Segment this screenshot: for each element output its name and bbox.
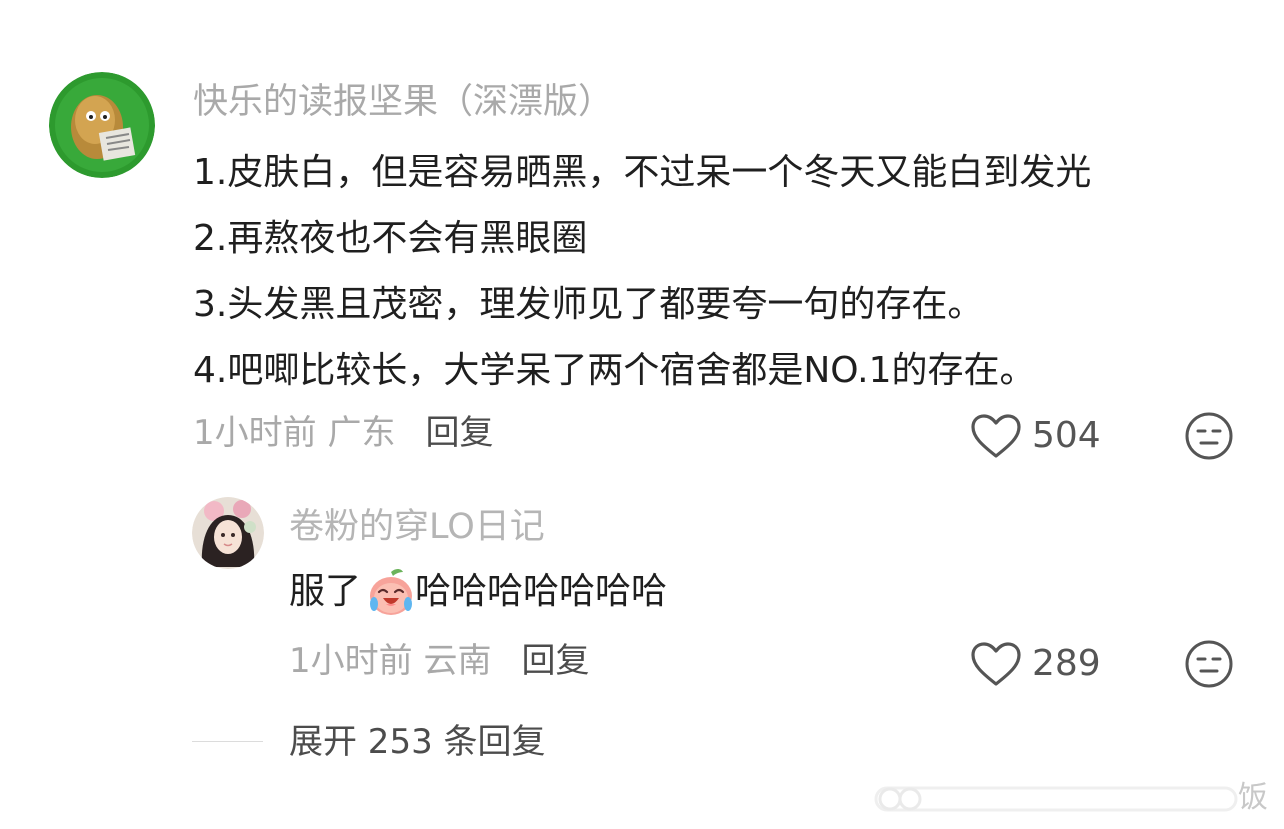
neutral-face-icon[interactable] xyxy=(1184,639,1234,693)
comment-line: 2.再熬夜也不会有黑眼圈 xyxy=(193,218,588,259)
time-location: 1小时前 广东 xyxy=(193,413,396,453)
like-button[interactable]: 289 xyxy=(970,641,1101,687)
reply-body: 服了 哈哈哈哈哈哈哈 xyxy=(289,565,667,619)
expand-replies-button[interactable]: 展开 253 条回复 xyxy=(289,720,546,764)
avatar[interactable] xyxy=(192,497,264,569)
comment-line: 1.皮肤白，但是容易晒黑，不过呆一个冬天又能白到发光 xyxy=(193,152,1092,193)
comment-line: 3.头发黑且茂密，理发师见了都要夸一句的存在。 xyxy=(193,284,984,325)
reply-button[interactable]: 回复 xyxy=(521,639,589,683)
like-count: 289 xyxy=(1032,643,1101,684)
watermark-text: 饭 xyxy=(1238,780,1268,815)
heart-icon xyxy=(971,642,1021,686)
neutral-face-icon[interactable] xyxy=(1184,411,1234,465)
divider xyxy=(192,741,263,742)
username[interactable]: 快乐的读报坚果（深漂版） xyxy=(193,78,613,126)
laughing-crying-peach-emoji xyxy=(365,566,417,618)
avatar[interactable] xyxy=(49,72,155,178)
reply-text-start: 服了 xyxy=(289,571,362,612)
like-count: 504 xyxy=(1032,415,1101,456)
comment-meta: 1小时前 云南 回复 xyxy=(289,639,589,683)
like-button[interactable]: 504 xyxy=(970,413,1101,459)
comment-line: 4.吧唧比较长，大学呆了两个宿舍都是NO.1的存在。 xyxy=(193,350,1036,391)
reply-text-end: 哈哈哈哈哈哈哈 xyxy=(415,571,668,612)
username[interactable]: 卷粉的穿LO日记 xyxy=(289,503,545,551)
watermark-logo xyxy=(868,772,1248,824)
heart-icon xyxy=(971,414,1021,458)
comment-meta: 1小时前 广东 回复 xyxy=(193,411,493,455)
reply-button[interactable]: 回复 xyxy=(425,411,493,455)
comment-thread: 快乐的读报坚果（深漂版） 1.皮肤白，但是容易晒黑，不过呆一个冬天又能白到发光 … xyxy=(0,0,1284,829)
comment-body: 1.皮肤白，但是容易晒黑，不过呆一个冬天又能白到发光 2.再熬夜也不会有黑眼圈 … xyxy=(193,140,1091,404)
time-location: 1小时前 云南 xyxy=(289,641,492,681)
